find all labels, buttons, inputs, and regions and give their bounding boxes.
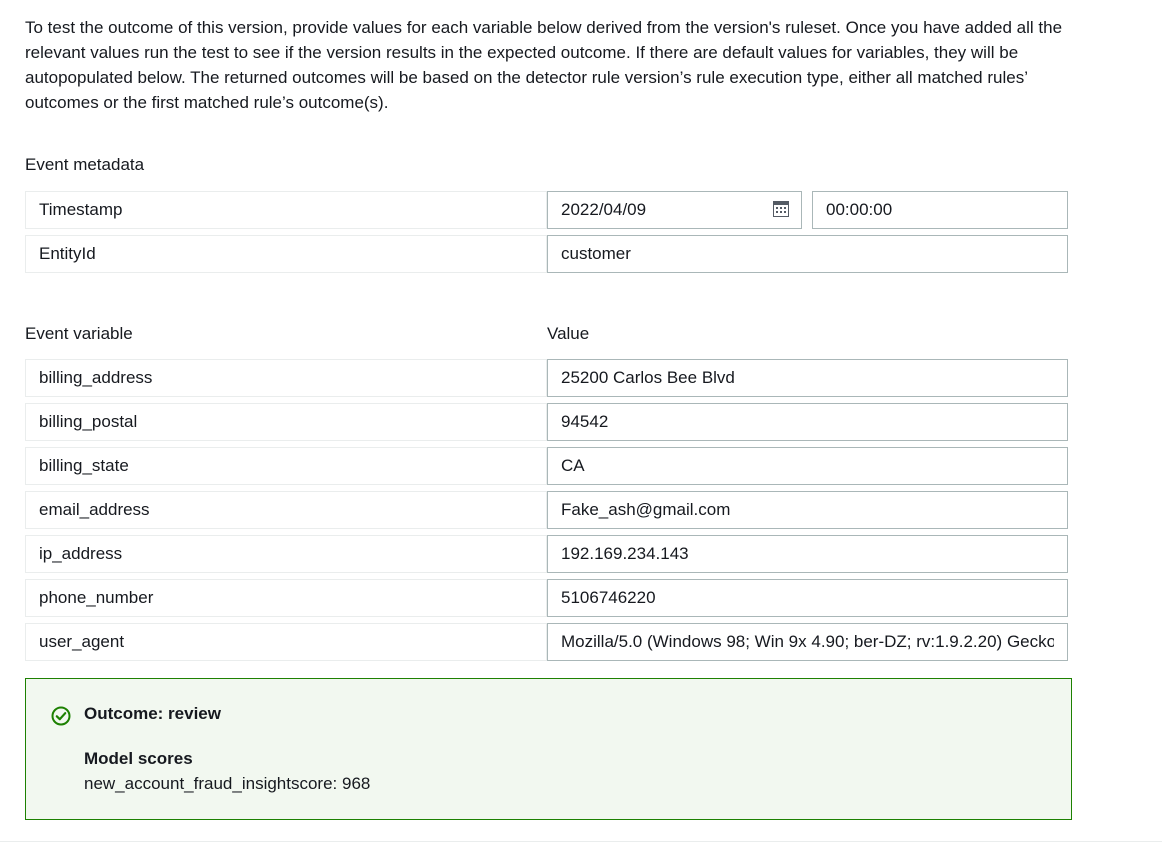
variable-row: user_agent [25, 623, 1070, 661]
variable-value-input[interactable] [547, 535, 1068, 573]
variable-name: billing_postal [25, 403, 547, 441]
event-metadata-heading: Event metadata [25, 155, 145, 174]
variable-name: phone_number [25, 579, 547, 617]
model-score-value: new_account_fraud_insightscore: 968 [84, 774, 371, 793]
date-picker[interactable] [547, 191, 802, 229]
variable-name: billing_address [25, 359, 547, 397]
variable-row: email_address [25, 491, 1070, 529]
variable-value-input[interactable] [547, 491, 1068, 529]
timestamp-label: Timestamp [25, 191, 547, 229]
variable-row: ip_address [25, 535, 1070, 573]
description-text: To test the outcome of this version, pro… [25, 18, 1063, 112]
date-input[interactable] [548, 192, 774, 228]
timestamp-row: Timestamp [25, 191, 1070, 229]
variable-value-input[interactable] [547, 579, 1068, 617]
variable-value-input[interactable] [547, 359, 1068, 397]
calendar-icon[interactable] [773, 201, 789, 217]
outcome-title: Outcome: review [84, 704, 221, 723]
value-heading: Value [547, 324, 590, 343]
entity-label: EntityId [25, 235, 547, 273]
variable-row: billing_state [25, 447, 1070, 485]
variable-row: billing_postal [25, 403, 1070, 441]
divider [0, 841, 1162, 842]
entity-input[interactable] [547, 235, 1068, 273]
check-circle-icon [51, 706, 71, 726]
entity-row: EntityId [25, 235, 1070, 273]
variable-value-input[interactable] [547, 447, 1068, 485]
event-metadata-rows: Timestamp EntityId [25, 191, 1070, 279]
model-scores-heading: Model scores [84, 749, 193, 768]
variable-row: phone_number [25, 579, 1070, 617]
outcome-alert: Outcome: review Model scores new_account… [25, 678, 1072, 820]
variable-name: user_agent [25, 623, 547, 661]
variable-name: email_address [25, 491, 547, 529]
variable-value-input[interactable] [547, 403, 1068, 441]
event-variable-heading: Event variable [25, 324, 133, 343]
variable-name: ip_address [25, 535, 547, 573]
variable-row: billing_address [25, 359, 1070, 397]
event-variable-rows: billing_address billing_postal billing_s… [25, 359, 1070, 667]
variable-name: billing_state [25, 447, 547, 485]
time-input[interactable] [812, 191, 1068, 229]
variable-value-input[interactable] [547, 623, 1068, 661]
